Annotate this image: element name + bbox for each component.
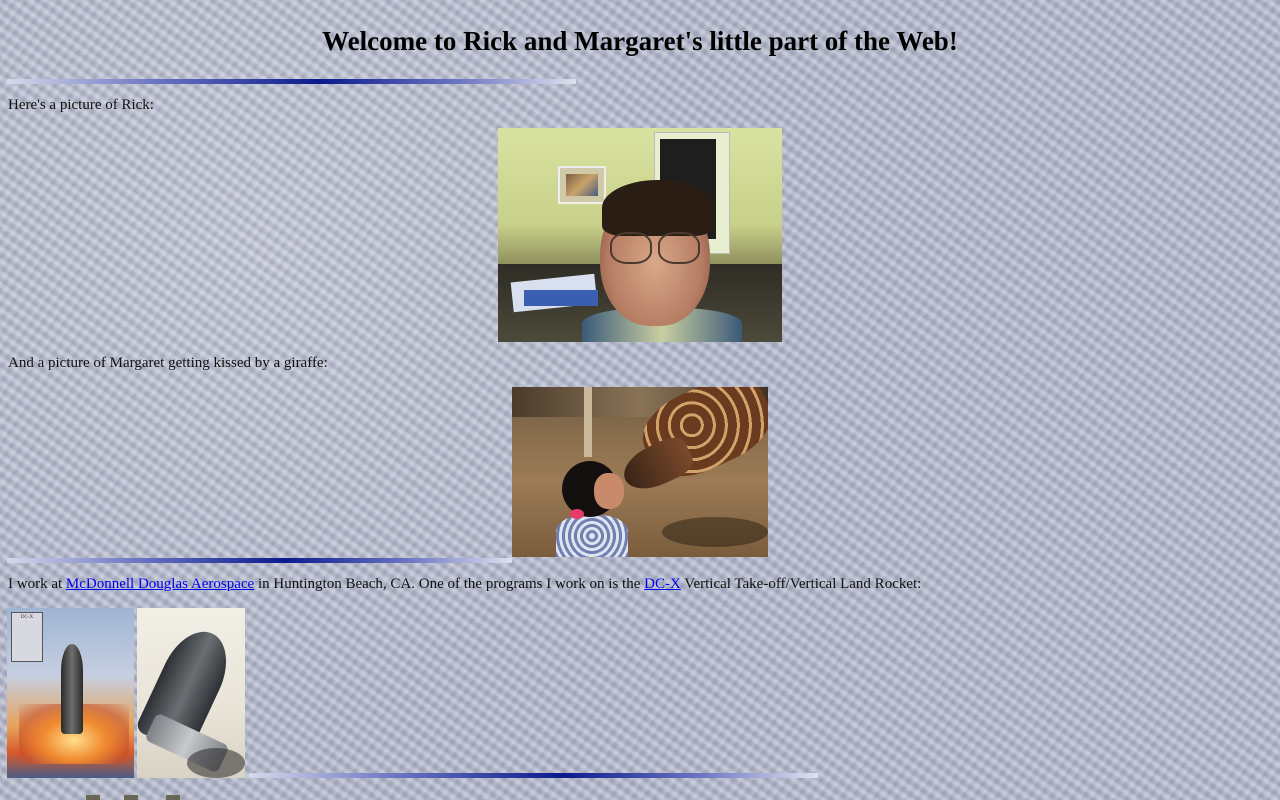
photo-dress [556, 515, 628, 557]
dcx-sign: DC-X [11, 612, 43, 662]
image-peek [86, 795, 100, 800]
mcdonnell-douglas-link[interactable]: McDonnell Douglas Aerospace [66, 576, 254, 592]
dcx-sign-text: DC-X [20, 615, 34, 620]
photo-hair-bow [570, 509, 584, 519]
photo-glasses [610, 232, 702, 264]
image-peek [166, 795, 180, 800]
photo-background-frame [558, 166, 606, 204]
horizontal-rule-bottom [249, 773, 818, 778]
work-middle: in Huntington Beach, CA. One of the prog… [254, 576, 645, 592]
rick-caption: Here's a picture of Rick: [8, 97, 154, 113]
dcx-launch-photo: DC-X [7, 608, 134, 778]
work-suffix: Vertical Take-off/Vertical Land Rocket: [680, 576, 922, 592]
photo-binder [524, 290, 598, 306]
rocket-body [61, 644, 83, 734]
work-prefix: I work at [8, 576, 66, 592]
page-title: Welcome to Rick and Margaret's little pa… [322, 26, 958, 56]
horizontal-rule-top [7, 79, 576, 84]
horizontal-rule-middle [7, 558, 512, 563]
work-sentence: I work at McDonnell Douglas Aerospace in… [8, 576, 921, 593]
photo-hair [602, 180, 714, 236]
next-images-peek [80, 795, 200, 800]
rocket-smoke [187, 748, 245, 778]
photo-pole [584, 387, 592, 457]
dc-x-link[interactable]: DC-X [644, 576, 681, 592]
image-peek [124, 795, 138, 800]
rick-photo [498, 128, 782, 342]
margaret-caption: And a picture of Margaret getting kissed… [8, 355, 328, 371]
photo-shadow [662, 517, 768, 547]
photo-woman-face [594, 473, 624, 509]
dcx-rocket-illustration [137, 608, 245, 778]
margaret-giraffe-photo [512, 387, 768, 557]
giraffe-head [616, 432, 698, 498]
